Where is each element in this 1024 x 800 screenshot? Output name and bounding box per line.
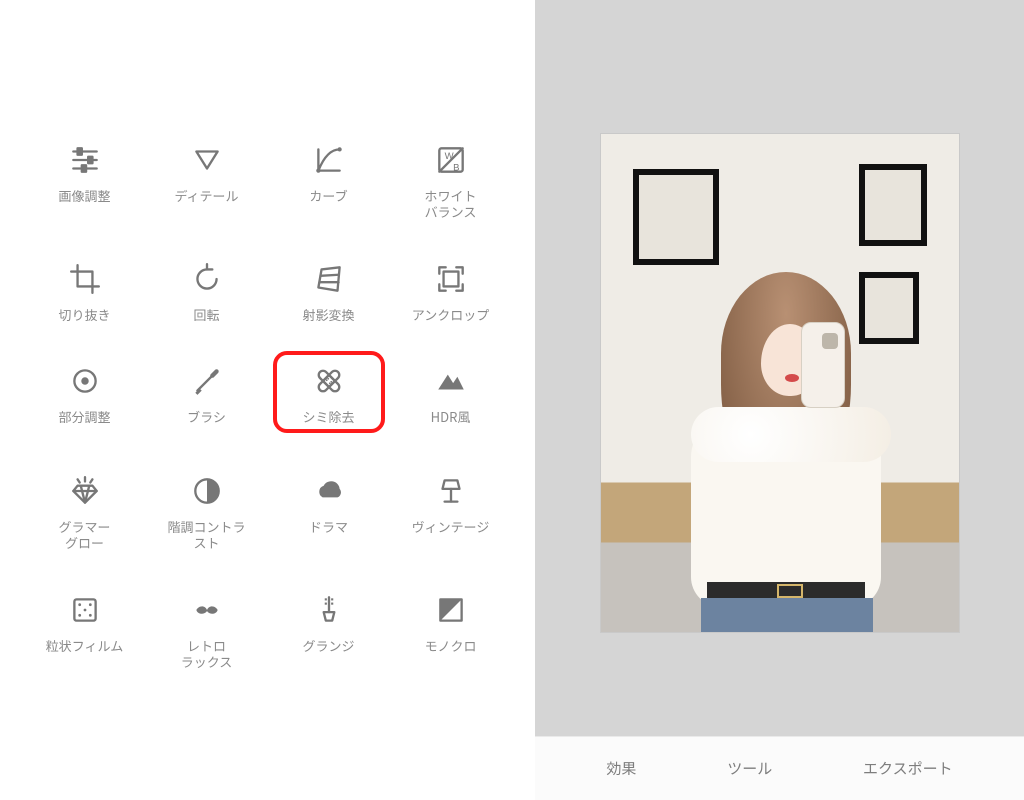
preview-wrap: [535, 0, 1024, 736]
tool-mono[interactable]: モノクロ: [395, 590, 507, 671]
tool-label: 射影変換: [302, 307, 354, 323]
perspective-icon: [309, 259, 349, 299]
tool-label: 画像調整: [58, 188, 110, 204]
tool-label: グランジ: [302, 638, 354, 654]
wb-icon: WB: [431, 140, 471, 180]
bandage-icon: [309, 361, 349, 401]
rotate-icon: [187, 259, 227, 299]
tools-grid: 画像調整 ディテール カーブ WB ホワイト バランス切り抜き 回転 射影変換 アンクロップ部…: [0, 140, 535, 670]
tool-label: ヴィンテージ: [412, 519, 490, 535]
tool-white-balance[interactable]: WB ホワイト バランス: [395, 140, 507, 221]
crop-icon: [65, 259, 105, 299]
tool-detail[interactable]: ディテール: [151, 140, 263, 221]
tool-label: 部分調整: [58, 409, 110, 425]
tool-perspective[interactable]: 射影変換: [273, 259, 385, 323]
tool-retrolux[interactable]: レトロ ラックス: [151, 590, 263, 671]
tool-label: カーブ: [309, 188, 347, 204]
export-button[interactable]: エクスポート: [863, 758, 953, 779]
tool-tune[interactable]: 画像調整: [29, 140, 141, 221]
effects-button[interactable]: 効果: [606, 758, 636, 779]
tool-label: グラマー グロー: [58, 519, 110, 552]
tool-label: 粒状フィルム: [46, 638, 123, 654]
tools-panel: 画像調整 ディテール カーブ WB ホワイト バランス切り抜き 回転 射影変換 アンクロップ部…: [0, 0, 535, 800]
tool-label: 回転: [193, 307, 219, 323]
preview-panel: 効果 ツール エクスポート: [535, 0, 1024, 800]
mono-icon: [431, 590, 471, 630]
tool-hdr[interactable]: HDR風: [395, 361, 507, 433]
film-grain-icon: [65, 590, 105, 630]
preview-image[interactable]: [600, 133, 960, 633]
tool-label: ホワイト バランス: [424, 188, 476, 221]
tool-grainy[interactable]: 粒状フィルム: [29, 590, 141, 671]
tool-drama[interactable]: ドラマ: [273, 471, 385, 552]
bottom-bar: 効果 ツール エクスポート: [535, 736, 1024, 800]
tool-crop[interactable]: 切り抜き: [29, 259, 141, 323]
tool-rotate[interactable]: 回転: [151, 259, 263, 323]
curve-icon: [309, 140, 349, 180]
tool-curve[interactable]: カーブ: [273, 140, 385, 221]
brush-icon: [187, 361, 227, 401]
tool-label: ディテール: [174, 188, 238, 204]
target-icon: [65, 361, 105, 401]
triangle-down-icon: [187, 140, 227, 180]
tool-tonal[interactable]: 階調コントラ スト: [151, 471, 263, 552]
tool-label: レトロ ラックス: [181, 638, 233, 671]
tool-label: HDR風: [431, 409, 471, 425]
tool-glamour[interactable]: グラマー グロー: [29, 471, 141, 552]
tool-label: アンクロップ: [412, 307, 489, 323]
mustache-icon: [187, 590, 227, 630]
tool-label: シミ除去: [302, 409, 354, 425]
tool-label: 切り抜き: [58, 307, 110, 323]
tool-selective[interactable]: 部分調整: [29, 361, 141, 433]
uncrop-icon: [431, 259, 471, 299]
lamp-icon: [431, 471, 471, 511]
mountain-icon: [431, 361, 471, 401]
svg-text:W: W: [444, 151, 453, 162]
svg-text:B: B: [453, 163, 459, 174]
guitar-icon: [309, 590, 349, 630]
tool-healing[interactable]: シミ除去: [273, 351, 385, 433]
tool-label: 階調コントラ スト: [167, 519, 245, 552]
tune-icon: [65, 140, 105, 180]
half-circle-icon: [187, 471, 227, 511]
tool-brush[interactable]: ブラシ: [151, 361, 263, 433]
tool-label: ドラマ: [309, 519, 348, 535]
tool-label: モノクロ: [424, 638, 476, 654]
cloud-icon: [309, 471, 349, 511]
tools-button[interactable]: ツール: [727, 758, 772, 779]
diamond-icon: [65, 471, 105, 511]
tool-vintage[interactable]: ヴィンテージ: [395, 471, 507, 552]
tool-label: ブラシ: [187, 409, 226, 425]
tool-uncrop[interactable]: アンクロップ: [395, 259, 507, 323]
tool-grunge[interactable]: グランジ: [273, 590, 385, 671]
